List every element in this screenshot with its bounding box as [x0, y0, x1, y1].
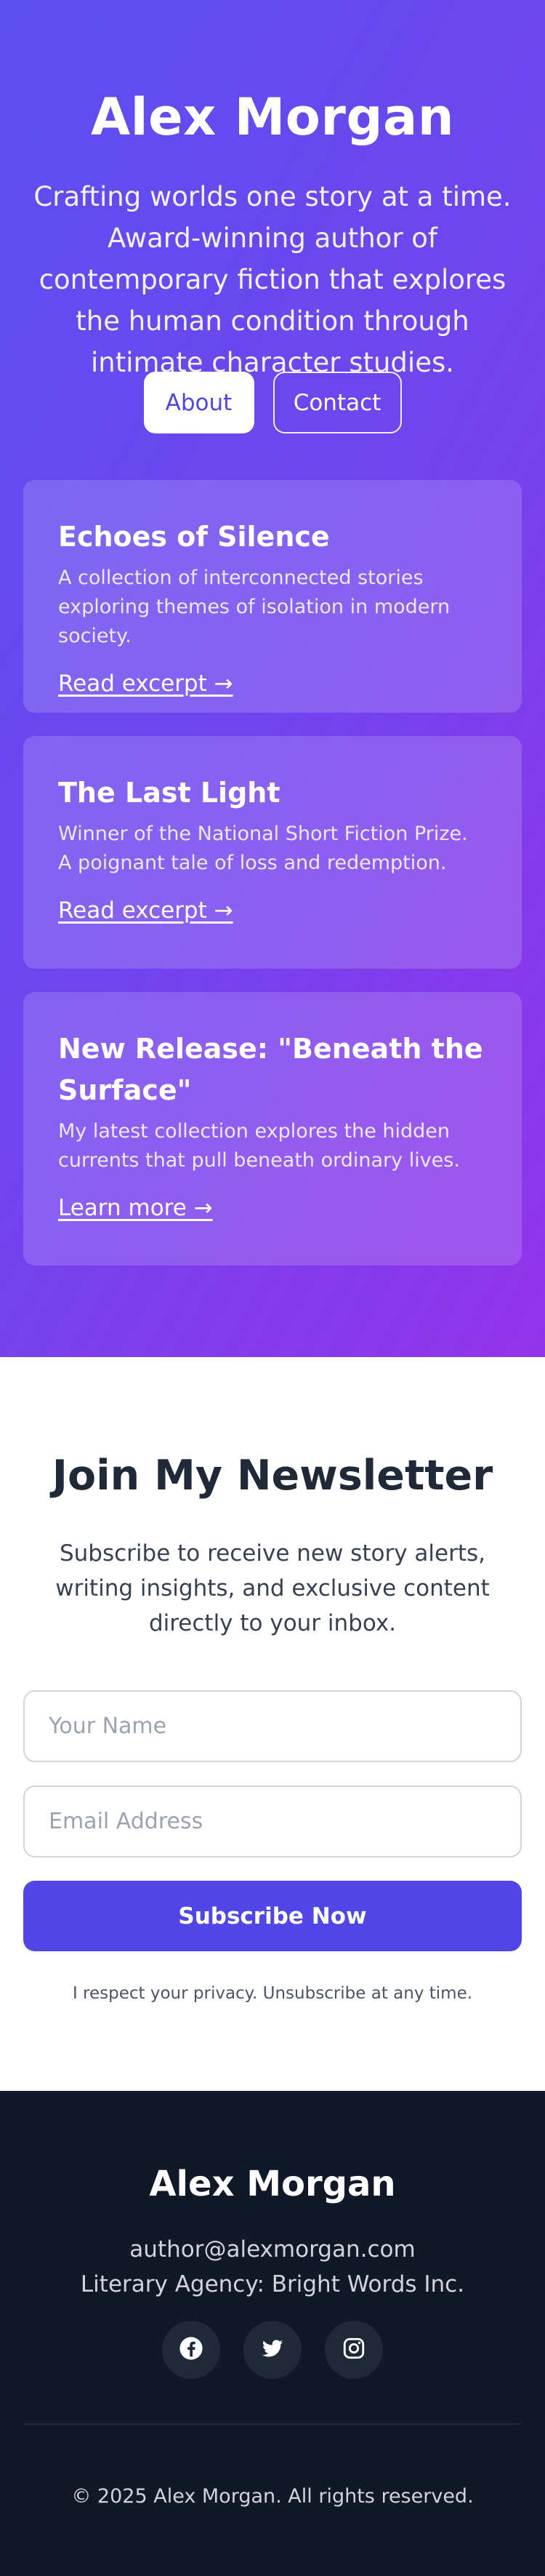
- hero-tagline: Crafting worlds one story at a time. Awa…: [33, 181, 512, 378]
- card-title: Echoes of Silence: [58, 521, 330, 553]
- card-description: A collection of interconnected stories e…: [58, 567, 451, 647]
- email-input[interactable]: [23, 1785, 522, 1857]
- social-links: [0, 2321, 545, 2379]
- author-name-title: Alex Morgan: [90, 87, 455, 147]
- facebook-link[interactable]: [162, 2321, 220, 2379]
- footer: Alex Morgan author@alexmorgan.com Litera…: [0, 2091, 545, 2576]
- footer-author-name: Alex Morgan: [149, 2164, 396, 2204]
- card-title: The Last Light: [58, 777, 280, 809]
- card-title: New Release: "Beneath the Surface": [58, 1033, 483, 1106]
- contact-button[interactable]: Contact: [272, 372, 402, 433]
- story-card-new-release: New Release: "Beneath the Surface" My la…: [23, 992, 522, 1265]
- subscribe-button[interactable]: Subscribe Now: [23, 1881, 522, 1951]
- read-excerpt-link[interactable]: Read excerpt →: [58, 897, 233, 924]
- newsletter-description: Subscribe to receive new story alerts, w…: [55, 1540, 490, 1636]
- copyright: © 2025 Alex Morgan. All rights reserved.: [71, 2485, 474, 2508]
- card-description: My latest collection explores the hidden…: [58, 1120, 460, 1172]
- twitter-icon: [260, 2336, 285, 2364]
- learn-more-link[interactable]: Learn more →: [58, 1195, 213, 1221]
- story-card-echoes: Echoes of Silence A collection of interc…: [23, 480, 522, 713]
- footer-agency: Literary Agency: Bright Words Inc.: [80, 2271, 465, 2297]
- facebook-icon: [179, 2336, 203, 2364]
- footer-divider: [23, 2423, 522, 2425]
- name-input[interactable]: [23, 1690, 522, 1762]
- newsletter-title: Join My Newsletter: [52, 1452, 493, 1500]
- hero-section: Alex Morgan Crafting worlds one story at…: [0, 0, 545, 1357]
- privacy-note: I respect your privacy. Unsubscribe at a…: [72, 1984, 473, 2003]
- story-card-last-light: The Last Light Winner of the National Sh…: [23, 736, 522, 969]
- card-description: Winner of the National Short Fiction Pri…: [58, 823, 468, 874]
- instagram-icon: [342, 2336, 366, 2364]
- twitter-link[interactable]: [243, 2321, 302, 2379]
- footer-email[interactable]: author@alexmorgan.com: [0, 2236, 545, 2263]
- hero-buttons: About Contact: [0, 372, 545, 433]
- read-excerpt-link[interactable]: Read excerpt →: [58, 671, 233, 697]
- about-button[interactable]: About: [143, 372, 254, 433]
- newsletter-section: Join My Newsletter Subscribe to receive …: [0, 1357, 545, 2091]
- instagram-link[interactable]: [325, 2321, 383, 2379]
